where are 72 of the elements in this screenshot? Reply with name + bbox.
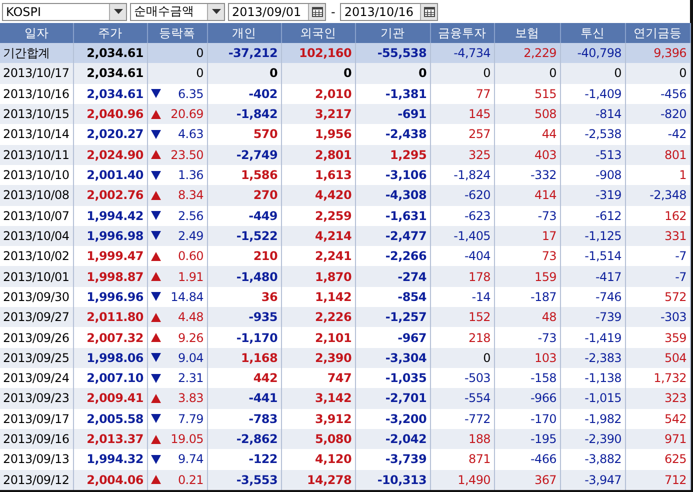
change-value: 3.83 (178, 391, 204, 406)
down-triangle-icon (150, 292, 160, 302)
down-triangle-icon (150, 353, 160, 362)
date-separator: - (331, 4, 336, 18)
column-header[interactable]: 투신 (560, 23, 625, 43)
change-value: 9.26 (178, 330, 204, 345)
down-triangle-icon (150, 454, 160, 464)
column-header[interactable]: 연기금등 (625, 23, 690, 43)
up-triangle-icon (150, 394, 160, 403)
value-cell: 367 (494, 470, 560, 490)
up-triangle-icon (150, 110, 160, 119)
up-triangle-icon (150, 272, 160, 282)
change-value: 4.63 (178, 127, 204, 142)
change-value: 9.74 (178, 452, 204, 466)
change-value: 1.36 (178, 168, 204, 182)
change-value: 9.04 (178, 350, 204, 365)
change-value: 2.56 (178, 208, 204, 223)
column-header[interactable]: 개인 (207, 23, 281, 43)
price-cell: 2,004.06 (73, 470, 147, 490)
change-value: 0 (196, 66, 204, 80)
start-date-field[interactable]: 2013/09/01 (228, 2, 326, 20)
end-date-field[interactable]: 2013/10/16 (340, 2, 438, 20)
change-value: 2.49 (178, 228, 204, 243)
down-triangle-icon (150, 211, 160, 220)
change-value: 7.79 (178, 412, 204, 426)
calendar-icon (424, 6, 435, 16)
column-header[interactable]: 금융투자 (430, 23, 494, 43)
change-value: 4.48 (178, 310, 204, 324)
column-header[interactable]: 외국인 (281, 23, 355, 43)
down-triangle-icon (150, 414, 160, 424)
up-triangle-icon (150, 252, 160, 261)
market-dropdown[interactable]: KOSPI (2, 2, 127, 20)
change-value: 0.60 (178, 249, 204, 264)
down-triangle-icon (150, 130, 160, 139)
down-triangle-icon (150, 89, 160, 98)
value-cell: 1,490 (430, 470, 494, 490)
calendar-icon (312, 6, 322, 16)
up-triangle-icon (150, 333, 160, 342)
change-value: 8.34 (178, 188, 204, 202)
column-header[interactable]: 주가 (73, 23, 147, 43)
calendar-button[interactable] (420, 4, 438, 20)
value-cell: -10,313 (355, 470, 430, 490)
up-triangle-icon (150, 434, 160, 444)
up-triangle-icon (150, 312, 160, 322)
caret-icon (114, 9, 122, 14)
column-header[interactable]: 기관 (355, 23, 430, 43)
metric-dropdown[interactable]: 순매수금액 (130, 2, 225, 20)
change-value: 6.35 (178, 86, 204, 101)
change-value: 1.91 (178, 270, 204, 284)
down-triangle-icon (150, 170, 160, 180)
down-triangle-icon (150, 374, 160, 383)
change-value: 0 (196, 46, 204, 60)
value-cell: 712 (625, 470, 690, 490)
column-header[interactable]: 보험 (494, 23, 560, 43)
column-header[interactable]: 일자 (0, 23, 73, 43)
up-triangle-icon (150, 190, 160, 200)
calendar-button[interactable] (308, 4, 325, 20)
change-value: 0.21 (178, 472, 204, 487)
down-triangle-icon (150, 231, 160, 240)
change-value: 20.69 (170, 107, 204, 122)
change-value: 19.05 (170, 432, 204, 446)
value-cell: -3,553 (207, 470, 281, 490)
column-header[interactable]: 등락폭 (147, 23, 207, 43)
date-cell: 2013/09/12 (0, 470, 73, 490)
change-value: 2.31 (178, 371, 204, 386)
change-value: 23.50 (170, 148, 204, 162)
up-triangle-icon (150, 150, 160, 160)
change-value: 14.84 (170, 290, 204, 304)
value-cell: 14,278 (281, 470, 355, 490)
up-triangle-icon (150, 475, 160, 484)
caret-icon (212, 9, 220, 14)
value-cell: -3,947 (560, 470, 625, 490)
